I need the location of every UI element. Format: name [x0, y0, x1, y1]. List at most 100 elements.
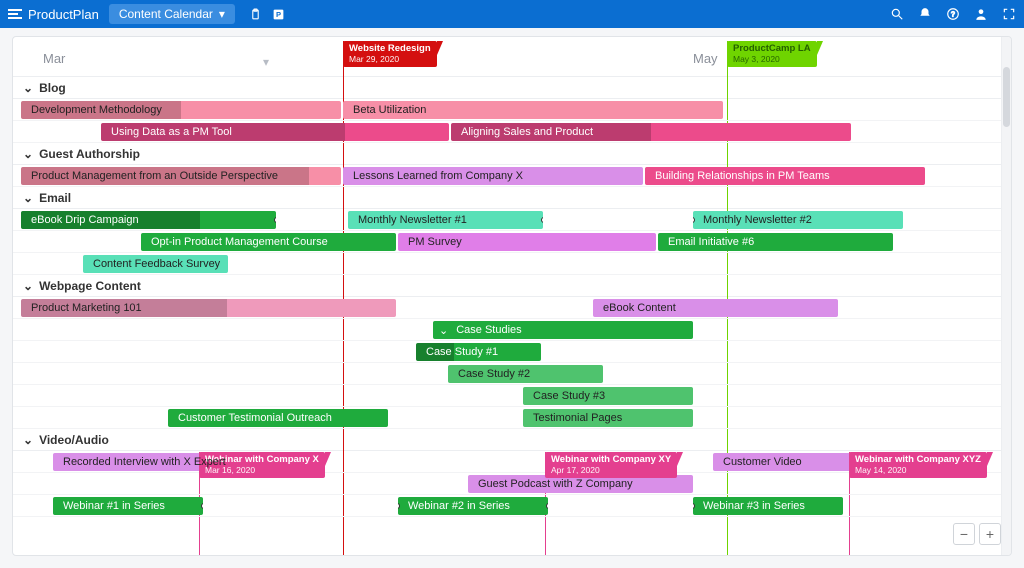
timeline-bar[interactable]: Monthly Newsletter #1: [348, 211, 543, 229]
bar-label: Lessons Learned from Company X: [353, 170, 523, 182]
link-handle-left[interactable]: [693, 217, 695, 223]
zoom-controls: − +: [953, 523, 1001, 545]
bar-label: Beta Utilization: [353, 104, 426, 116]
timeline-row: Content Feedback Survey: [13, 253, 1011, 275]
timeline-row: eBook Drip Campaign Monthly Newsletter #1…: [13, 209, 1011, 231]
link-handle-right[interactable]: [201, 503, 203, 509]
zoom-in-button[interactable]: +: [979, 523, 1001, 545]
brand-icon: [8, 7, 22, 21]
scrollbar-thumb[interactable]: [1003, 67, 1010, 127]
bar-label: Case Study #3: [533, 390, 605, 402]
timeline-bar[interactable]: Lessons Learned from Company X: [343, 167, 643, 185]
bar-label: Case Study #1: [426, 346, 498, 358]
timeline-bar[interactable]: Testimonial Pages: [523, 409, 693, 427]
vertical-scrollbar[interactable]: [1001, 37, 1011, 555]
bar-label: Opt-in Product Management Course: [151, 236, 328, 248]
timeline-shell: MarMay▾Website RedesignMar 29, 2020Produ…: [12, 36, 1012, 556]
timeline-bar[interactable]: Content Feedback Survey: [83, 255, 228, 273]
board-selector[interactable]: Content Calendar ▾: [109, 4, 235, 24]
timeline-row: Using Data as a PM ToolAligning Sales an…: [13, 121, 1011, 143]
fullscreen-icon[interactable]: [1002, 7, 1016, 21]
timeline-row: Case Study #3: [13, 385, 1011, 407]
chevron-down-icon: ⌄: [23, 191, 33, 205]
bar-label: Guest Podcast with Z Company: [478, 478, 633, 490]
timeline-bar[interactable]: Aligning Sales and Product: [451, 123, 851, 141]
subgroup-header[interactable]: ⌄Case Studies: [433, 321, 693, 339]
month-header: MarMay▾Website RedesignMar 29, 2020Produ…: [13, 37, 1011, 77]
timeline-bar[interactable]: Webinar #1 in Series: [53, 497, 203, 515]
timeline-bar[interactable]: Product Marketing 101: [21, 299, 396, 317]
timeline-bar[interactable]: Case Study #1: [416, 343, 541, 361]
timeline-row: Case Study #2: [13, 363, 1011, 385]
lane-title: Email: [39, 191, 71, 205]
link-handle-right[interactable]: [274, 217, 276, 223]
bar-label: Case Study #2: [458, 368, 530, 380]
month-label: May: [693, 51, 718, 66]
bar-label: Development Methodology: [31, 104, 162, 116]
parking-icon[interactable]: P: [272, 8, 285, 21]
chevron-down-icon: ⌄: [23, 147, 33, 161]
month-dropdown-icon[interactable]: ▾: [263, 55, 269, 69]
help-icon[interactable]: ?: [946, 7, 960, 21]
timeline-bar[interactable]: Building Relationships in PM Teams: [645, 167, 925, 185]
timeline-row: Development Methodology Beta Utilization: [13, 99, 1011, 121]
lane-header[interactable]: ⌄Guest Authorship: [13, 143, 1011, 165]
timeline-canvas[interactable]: MarMay▾Website RedesignMar 29, 2020Produ…: [13, 37, 1011, 555]
milestone-flag[interactable]: Webinar with Company XYZMay 14, 2020: [849, 452, 987, 478]
caret-down-icon: ▾: [219, 7, 225, 21]
timeline-bar[interactable]: Webinar #2 in Series: [398, 497, 548, 515]
brand[interactable]: ProductPlan: [8, 7, 99, 22]
link-handle-left[interactable]: [693, 503, 695, 509]
bar-label: Product Marketing 101: [31, 302, 142, 314]
milestone-flag[interactable]: ProductCamp LAMay 3, 2020: [727, 41, 817, 67]
bar-label: Monthly Newsletter #2: [703, 214, 812, 226]
link-handle-left[interactable]: [398, 503, 400, 509]
timeline-bar[interactable]: Webinar #3 in Series: [693, 497, 843, 515]
timeline-bar[interactable]: Case Study #3: [523, 387, 693, 405]
timeline-row: ⌄Case Studies: [13, 319, 1011, 341]
search-icon[interactable]: [890, 7, 904, 21]
user-icon[interactable]: [974, 7, 988, 21]
timeline-bar[interactable]: Using Data as a PM Tool: [101, 123, 449, 141]
bar-label: Email Initiative #6: [668, 236, 754, 248]
timeline-bar[interactable]: eBook Content: [593, 299, 838, 317]
chevron-down-icon: ⌄: [23, 433, 33, 447]
timeline-bar[interactable]: Email Initiative #6: [658, 233, 893, 251]
bar-label: Content Feedback Survey: [93, 258, 220, 270]
topbar: ProductPlan Content Calendar ▾ P ?: [0, 0, 1024, 28]
timeline-row: Opt-in Product Management Course PM Surve…: [13, 231, 1011, 253]
timeline-bar[interactable]: Customer Testimonial Outreach: [168, 409, 388, 427]
lane-title: Video/Audio: [39, 433, 109, 447]
bar-label: Monthly Newsletter #1: [358, 214, 467, 226]
bar-label: Testimonial Pages: [533, 412, 622, 424]
timeline-bar[interactable]: eBook Drip Campaign: [21, 211, 276, 229]
lane-header[interactable]: ⌄ Email: [13, 187, 1011, 209]
timeline-bar[interactable]: Monthly Newsletter #2: [693, 211, 903, 229]
lane-title: Webpage Content: [39, 279, 141, 293]
zoom-out-button[interactable]: −: [953, 523, 975, 545]
chevron-down-icon: ⌄: [23, 279, 33, 293]
lane-header[interactable]: ⌄ Webpage Content: [13, 275, 1011, 297]
bar-label: Product Management from an Outside Persp…: [31, 170, 278, 182]
timeline-bar[interactable]: PM Survey: [398, 233, 656, 251]
timeline-bar[interactable]: Development Methodology: [21, 101, 341, 119]
link-handle-right[interactable]: [546, 503, 548, 509]
chevron-down-icon: ⌄: [439, 324, 448, 337]
milestone-flag[interactable]: Webinar with Company XYApr 17, 2020: [545, 452, 677, 478]
clipboard-icon[interactable]: [249, 8, 262, 21]
chevron-down-icon: ⌄: [23, 81, 33, 95]
timeline-bar[interactable]: Beta Utilization: [343, 101, 723, 119]
bar-label: Customer Video: [723, 456, 802, 468]
lane-header[interactable]: ⌄Blog: [13, 77, 1011, 99]
lane-header[interactable]: ⌄ Video/Audio: [13, 429, 1011, 451]
bar-label: eBook Drip Campaign: [31, 214, 139, 226]
timeline-bar[interactable]: Opt-in Product Management Course: [141, 233, 396, 251]
timeline-row: Product Marketing 101 eBook Content: [13, 297, 1011, 319]
timeline-row: Case Study #1: [13, 341, 1011, 363]
milestone-flag[interactable]: Website RedesignMar 29, 2020: [343, 41, 437, 67]
link-handle-right[interactable]: [541, 217, 543, 223]
bell-icon[interactable]: [918, 7, 932, 21]
timeline-row: Webinar #1 in Series Webinar #2 in Series…: [13, 495, 1011, 517]
timeline-bar[interactable]: Product Management from an Outside Persp…: [21, 167, 341, 185]
timeline-bar[interactable]: Case Study #2: [448, 365, 603, 383]
